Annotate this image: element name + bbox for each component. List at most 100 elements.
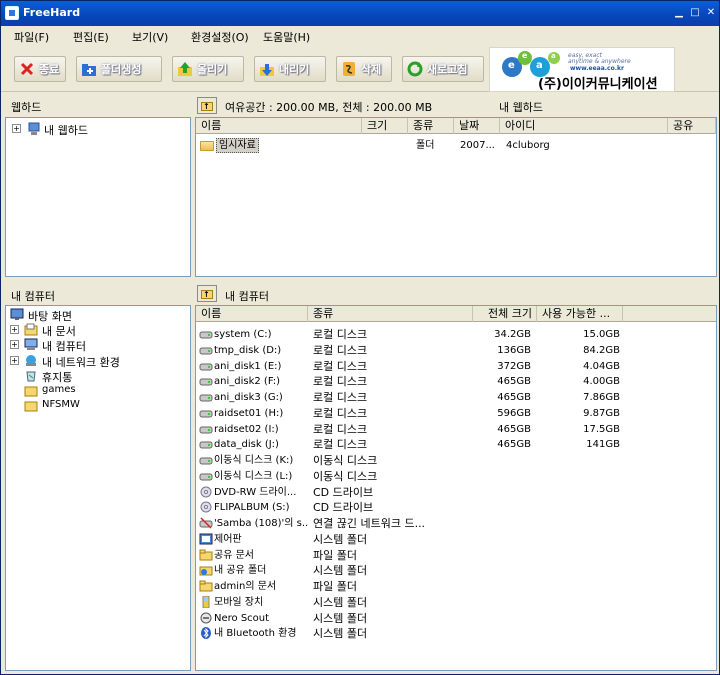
download-button[interactable]: 내리기: [254, 56, 326, 82]
shared-folder-icon: [199, 564, 213, 577]
table-row[interactable]: 'Samba (108)'의 s... 연결 끊긴 네트워크 드...: [196, 516, 716, 531]
menu-help[interactable]: 도움말(H): [263, 29, 310, 45]
folder-icon: [24, 399, 38, 412]
close-button[interactable]: ✕: [703, 6, 719, 20]
my-webhard-icon: [27, 122, 41, 139]
local-file-list: 이름 종류 전체 크기 사용 가능한 ... system (C:) 로컬 디스크…: [195, 305, 717, 671]
recycle-bin-icon: [24, 369, 38, 382]
drive-icon: [199, 407, 213, 420]
tree-item[interactable]: 휴지통: [8, 368, 188, 384]
cell-name: system (C:): [214, 329, 272, 340]
cell-type: 시스템 폴더: [313, 564, 368, 578]
table-row[interactable]: ani_disk2 (F:) 로컬 디스크 465GB 4.00GB: [196, 374, 716, 389]
table-row[interactable]: 내 Bluetooth 환경 시스템 폴더: [196, 626, 716, 641]
tree-item-my-webhard[interactable]: + 내 웹하드: [10, 121, 180, 137]
menu-file[interactable]: 파일(F): [14, 29, 49, 45]
table-row[interactable]: raidset02 (I:) 로컬 디스크 465GB 17.5GB: [196, 422, 716, 437]
col-date[interactable]: 날짜: [454, 118, 500, 134]
new-folder-icon: [81, 61, 97, 77]
banner-company-name: (주)이이커뮤니케이션: [538, 77, 658, 92]
table-row[interactable]: ani_disk1 (E:) 로컬 디스크 372GB 4.04GB: [196, 359, 716, 374]
tree-expander[interactable]: +: [10, 355, 19, 365]
cell-name: tmp_disk (D:): [214, 344, 282, 356]
col-name[interactable]: 이름: [196, 306, 308, 322]
col-total-size[interactable]: 전체 크기: [473, 306, 537, 322]
table-row[interactable]: system (C:) 로컬 디스크 34.2GB 15.0GB: [196, 327, 716, 342]
tree-item[interactable]: NFSMW: [8, 398, 188, 413]
drive-icon: [199, 438, 213, 451]
tree-item[interactable]: 바탕 화면: [8, 307, 188, 323]
webhard-panel-header: 웹하드: [5, 95, 191, 117]
col-size[interactable]: 크기: [362, 118, 408, 134]
table-row[interactable]: 내 공유 폴더 시스템 폴더: [196, 563, 716, 578]
drive-icon: [199, 328, 213, 341]
cell-type: 파일 폴더: [313, 548, 357, 562]
col-type[interactable]: 종류: [308, 306, 473, 322]
table-row[interactable]: 공유 문서 파일 폴더: [196, 548, 716, 563]
tree-expander[interactable]: +: [12, 124, 21, 133]
table-row[interactable]: 이동식 디스크 (K:) 이동식 디스크: [196, 453, 716, 468]
col-owner[interactable]: 아이디: [500, 118, 668, 134]
cell-total-size: 465GB: [497, 423, 531, 435]
tree-expander[interactable]: +: [10, 325, 19, 335]
refresh-button[interactable]: 새로고침: [402, 56, 484, 82]
exit-button[interactable]: 종료: [14, 56, 66, 82]
tree-expander[interactable]: +: [10, 340, 19, 350]
my-computer-icon: [24, 338, 38, 351]
menu-edit[interactable]: 편집(E): [73, 29, 109, 45]
drive-icon: [199, 344, 213, 357]
folder-icon: [200, 141, 214, 151]
upload-icon: [177, 61, 193, 77]
remote-up-folder-button[interactable]: ↑: [197, 97, 217, 114]
tree-item[interactable]: games: [8, 383, 188, 398]
cell-name: 모바일 장치: [214, 596, 264, 608]
minimize-button[interactable]: ▁: [671, 6, 687, 20]
maximize-button[interactable]: □: [687, 6, 703, 20]
new-folder-button[interactable]: 폴더생성: [76, 56, 162, 82]
tree-item[interactable]: + 내 네트워크 환경: [8, 353, 188, 369]
table-row[interactable]: raidset01 (H:) 로컬 디스크 596GB 9.87GB: [196, 406, 716, 421]
cell-free-space: 17.5GB: [583, 423, 620, 435]
table-row[interactable]: data_disk (J:) 로컬 디스크 465GB 141GB: [196, 437, 716, 452]
drive-icon: [199, 360, 213, 373]
cell-total-size: 596GB: [497, 407, 531, 419]
table-row[interactable]: 이동식 디스크 (L:) 이동식 디스크: [196, 469, 716, 484]
cell-type: 로컬 디스크: [313, 422, 368, 436]
table-row[interactable]: 모바일 장치 시스템 폴더: [196, 595, 716, 610]
col-name[interactable]: 이름: [196, 118, 362, 134]
table-row[interactable]: ani_disk3 (G:) 로컬 디스크 465GB 7.86GB: [196, 390, 716, 405]
col-share[interactable]: 공유: [668, 118, 716, 134]
table-row[interactable]: 임시자료 폴더 2007... 4cluborg: [196, 138, 716, 153]
tree-item[interactable]: + 내 문서: [8, 322, 188, 338]
table-row[interactable]: tmp_disk (D:) 로컬 디스크 136GB 84.2GB: [196, 343, 716, 358]
webhard-panel-title: 웹하드: [11, 101, 42, 114]
cell-total-size: 136GB: [497, 344, 531, 356]
upload-button[interactable]: 올리기: [172, 56, 244, 82]
table-row[interactable]: DVD-RW 드라이... CD 드라이브: [196, 485, 716, 500]
menu-settings[interactable]: 환경설정(O): [191, 29, 249, 45]
cell-type: 로컬 디스크: [313, 375, 368, 389]
cell-name: data_disk (J:): [214, 439, 279, 451]
table-row[interactable]: Nero Scout 시스템 폴더: [196, 611, 716, 626]
cell-name: 임시자료: [216, 138, 259, 153]
logo-letter: e: [508, 60, 515, 71]
cell-name: admin의 문서: [214, 581, 277, 592]
col-free-space[interactable]: 사용 가능한 ...: [537, 306, 623, 322]
table-row[interactable]: admin의 문서 파일 폴더: [196, 579, 716, 594]
table-row[interactable]: 제어판 시스템 폴더: [196, 532, 716, 547]
menu-view[interactable]: 보기(V): [132, 29, 168, 45]
cell-date: 2007...: [460, 140, 495, 151]
horizontal-splitter[interactable]: [1, 277, 719, 281]
tree-item[interactable]: + 내 컴퓨터: [8, 337, 188, 353]
table-row[interactable]: FLIPALBUM (S:) CD 드라이브: [196, 500, 716, 515]
local-up-folder-button[interactable]: ↑: [197, 285, 217, 302]
computer-panel-title: 내 컴퓨터: [11, 290, 55, 303]
col-type[interactable]: 종류: [408, 118, 454, 134]
title-bar[interactable]: FreeHard ▁ □ ✕: [1, 1, 719, 26]
cell-type: 연결 끊긴 네트워크 드...: [313, 517, 426, 530]
cell-type: 로컬 디스크: [313, 359, 368, 373]
delete-button[interactable]: 삭제: [336, 56, 392, 82]
cell-type: 시스템 폴더: [313, 611, 368, 625]
cell-type: 시스템 폴더: [313, 532, 368, 546]
logo-letter: a: [551, 52, 556, 60]
